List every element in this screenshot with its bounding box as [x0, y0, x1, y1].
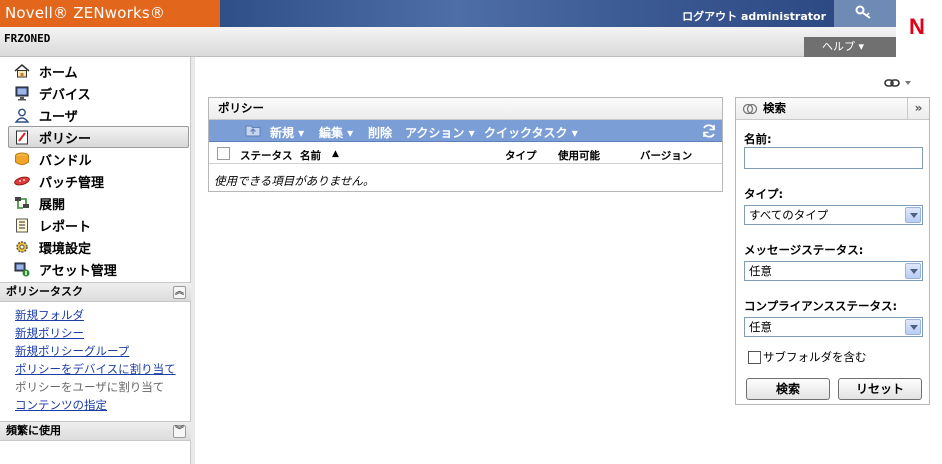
name-input[interactable]	[744, 147, 923, 169]
nav-item-devices[interactable]: デバイス	[13, 82, 189, 104]
frequent-header[interactable]: 頻繁に使用 ︾	[0, 421, 191, 441]
nav-item-assets[interactable]: アセット管理	[13, 258, 189, 280]
search-panel-header: 検索 »	[736, 98, 929, 120]
message-status-select[interactable]: 任意	[744, 261, 923, 281]
expand-panel-icon[interactable]: »	[907, 98, 929, 119]
task-link-new-policy-group[interactable]: 新規ポリシーグループ	[15, 343, 129, 359]
empty-list-message: 使用できる項目がありません。	[214, 174, 375, 188]
nav-item-users[interactable]: ユーザ	[13, 104, 189, 126]
brand-logo-text: Novell® ZENworks®	[5, 4, 166, 22]
name-label: 名前:	[744, 132, 772, 146]
nav-item-label: ホーム	[39, 65, 78, 81]
header-banner: ログアウト administrator	[220, 0, 896, 27]
refresh-icon[interactable]	[701, 123, 717, 142]
type-label: タイプ:	[744, 187, 784, 201]
nav-item-patch[interactable]: パッチ管理	[13, 170, 189, 192]
edit-menu[interactable]: 編集 ▾	[319, 124, 353, 141]
search-overlap-icon	[742, 102, 758, 123]
nav-item-deploy[interactable]: 展開	[13, 192, 189, 214]
frequent-title: 頻繁に使用	[6, 424, 61, 437]
novell-logo: N	[896, 0, 942, 57]
zone-bar: FRZONED ヘルプ ▾	[0, 27, 896, 57]
key-icon	[855, 5, 871, 19]
home-icon	[13, 63, 31, 79]
nav-item-label: ポリシー	[39, 131, 92, 147]
search-button[interactable]: 検索	[746, 378, 830, 400]
monitor-icon	[13, 85, 31, 101]
task-link-new-policy[interactable]: 新規ポリシー	[15, 325, 84, 341]
quick-task-menu[interactable]: クイックタスク ▾	[484, 124, 578, 141]
nav-item-reports[interactable]: レポート	[13, 214, 189, 236]
patch-icon	[13, 173, 31, 189]
compliance-status-select[interactable]: 任意	[744, 317, 923, 337]
column-header-name[interactable]: 名前	[300, 148, 321, 163]
message-status-value: 任意	[749, 264, 772, 278]
user-icon	[13, 107, 31, 123]
subfolder-label: サブフォルダを含む	[763, 350, 867, 364]
policy-tasks-title: ポリシータスク	[6, 285, 83, 298]
delete-button[interactable]: 削除	[368, 124, 392, 141]
select-all-checkbox[interactable]	[217, 147, 230, 160]
expand-down-icon[interactable]: ︾	[173, 425, 186, 438]
zone-name: FRZONED	[4, 32, 51, 45]
type-select[interactable]: すべてのタイプ	[744, 205, 923, 225]
bundle-icon	[13, 151, 31, 167]
nav-item-label: パッチ管理	[39, 175, 105, 191]
policy-toolbar: 新規 ▾ 編集 ▾ 削除 アクション ▾ クイックタスク ▾	[209, 120, 722, 142]
link-icon[interactable]	[884, 77, 914, 92]
column-header-status[interactable]: ステータス	[240, 148, 293, 163]
task-link-assign-to-user: ポリシーをユーザに割り当て	[15, 380, 165, 394]
deploy-icon	[13, 195, 31, 211]
compliance-status-value: 任意	[749, 320, 772, 334]
reset-button[interactable]: リセット	[838, 378, 922, 400]
search-panel: 検索 » 名前: タイプ: すべてのタイプ メッセージステータス: 任意 コンプ…	[735, 97, 930, 405]
nav-item-policies[interactable]: ポリシー	[8, 126, 189, 148]
nav-item-label: 展開	[39, 197, 66, 213]
key-button[interactable]	[834, 0, 896, 27]
folder-up-icon[interactable]	[245, 123, 261, 140]
subfolder-option[interactable]: サブフォルダを含む	[748, 349, 867, 365]
report-icon	[13, 217, 31, 233]
subfolder-checkbox[interactable]	[748, 350, 761, 364]
help-menu-button[interactable]: ヘルプ ▾	[804, 37, 896, 57]
left-navigation: ホーム デバイス ユーザ ポリシー バンドル パッチ管理 展開 レポート 環境設…	[0, 57, 191, 464]
type-select-value: すべてのタイプ	[749, 208, 829, 222]
logout-link[interactable]: ログアウト administrator	[682, 8, 826, 24]
policy-icon	[13, 129, 31, 145]
novell-logo-letter: N	[909, 14, 925, 39]
nav-item-label: バンドル	[39, 153, 92, 169]
policy-panel-title: ポリシー	[209, 98, 722, 120]
nav-item-config[interactable]: 環境設定	[13, 236, 189, 258]
asset-icon	[13, 261, 31, 277]
nav-item-home[interactable]: ホーム	[13, 60, 189, 82]
policy-panel: ポリシー 新規 ▾ 編集 ▾ 削除 アクション ▾ クイックタスク ▾ ステータ…	[208, 97, 723, 192]
brand-bar: Novell® ZENworks®	[0, 0, 220, 27]
dropdown-arrow-icon	[905, 263, 921, 279]
message-status-label: メッセージステータス:	[744, 243, 864, 257]
search-panel-title: 検索	[763, 101, 786, 115]
column-header-version[interactable]: バージョン	[640, 148, 692, 163]
policy-tasks-header[interactable]: ポリシータスク ︽	[0, 282, 191, 302]
task-link-new-folder[interactable]: 新規フォルダ	[15, 307, 84, 323]
nav-item-label: アセット管理	[39, 263, 117, 279]
nav-item-label: レポート	[39, 219, 92, 235]
new-menu[interactable]: 新規 ▾	[270, 124, 304, 141]
policy-table-header: ステータス 名前 ▲ タイプ 使用可能 バージョン	[209, 142, 722, 164]
dropdown-arrow-icon	[905, 319, 921, 335]
collapse-up-icon[interactable]: ︽	[173, 286, 186, 299]
column-header-type[interactable]: タイプ	[505, 148, 537, 163]
nav-splitter[interactable]	[191, 57, 195, 464]
action-menu[interactable]: アクション ▾	[405, 124, 475, 141]
task-link-assign-to-device[interactable]: ポリシーをデバイスに割り当て	[15, 361, 176, 377]
task-link-specify-content[interactable]: コンテンツの指定	[15, 397, 107, 413]
config-icon	[13, 239, 31, 255]
sort-ascending-icon[interactable]: ▲	[332, 149, 339, 159]
compliance-status-label: コンプライアンスステータス:	[744, 299, 898, 313]
nav-item-label: デバイス	[39, 87, 91, 103]
nav-item-label: 環境設定	[39, 241, 92, 257]
nav-item-label: ユーザ	[39, 109, 78, 125]
column-header-enabled[interactable]: 使用可能	[558, 148, 600, 163]
nav-item-bundles[interactable]: バンドル	[13, 148, 189, 170]
dropdown-arrow-icon	[905, 207, 921, 223]
